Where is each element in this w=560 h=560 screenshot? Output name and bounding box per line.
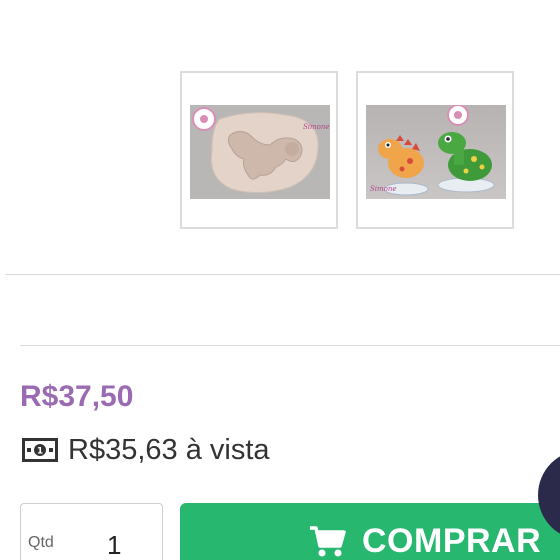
product-thumbnail-1[interactable]: Simone cód 126 — [180, 71, 338, 229]
section-divider — [20, 345, 560, 346]
product-page: Simone cód 126 Simone cód 126 R$37,50 1 … — [0, 0, 560, 560]
quantity-label: Qtd — [28, 534, 54, 551]
cash-price-text: R$35,63 à vista — [68, 433, 270, 466]
product-image-mold: Simone — [190, 105, 330, 199]
product-price: R$37,50 — [20, 380, 134, 413]
quantity-value[interactable]: 1 — [107, 530, 121, 560]
product-thumbnail-2[interactable]: Simone cód 126 — [356, 71, 514, 229]
buy-button-label: COMPRAR — [362, 521, 542, 560]
svg-text:Simone: Simone — [370, 185, 397, 193]
quantity-input[interactable]: Qtd 1 — [20, 503, 163, 560]
svg-text:1: 1 — [37, 447, 43, 457]
product-code-label: cód 126 — [361, 75, 418, 89]
money-bill-icon: 1 — [22, 438, 58, 462]
product-image-dinosaurs: Simone — [366, 105, 506, 199]
section-divider — [5, 274, 560, 275]
cart-icon — [308, 524, 348, 558]
product-code-label: cód 126 — [277, 74, 330, 87]
buy-button[interactable]: COMPRAR — [180, 503, 560, 560]
svg-text:Simone: Simone — [303, 123, 330, 131]
cash-price-row: 1 R$35,63 à vista — [22, 432, 270, 468]
